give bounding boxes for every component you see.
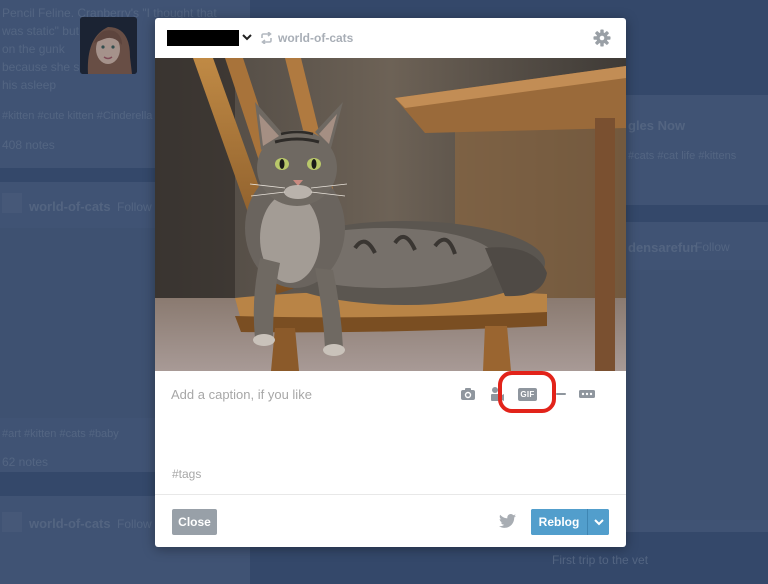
blog-selector[interactable] <box>167 30 239 46</box>
link-icon[interactable] <box>555 386 567 402</box>
reblog-options-button[interactable] <box>587 509 609 535</box>
reblog-button[interactable]: Reblog <box>531 509 587 535</box>
dialog-footer: Close Reblog <box>155 494 626 547</box>
gear-icon[interactable] <box>593 29 611 47</box>
camera-icon[interactable] <box>460 386 476 402</box>
video-camera-icon[interactable] <box>490 386 504 402</box>
reblog-button-group: Reblog <box>531 509 609 535</box>
dialog-header: world-of-cats <box>155 18 626 58</box>
caption-input[interactable] <box>171 384 441 404</box>
tags-input[interactable] <box>172 466 432 482</box>
reblog-source: world-of-cats <box>260 29 353 47</box>
gif-icon[interactable]: GIF <box>518 388 537 401</box>
reblog-arrows-icon <box>261 32 272 44</box>
twitter-icon[interactable] <box>499 514 516 528</box>
chevron-down-icon <box>593 519 604 526</box>
post-photo <box>155 58 626 371</box>
reblog-source-name[interactable]: world-of-cats <box>278 31 353 45</box>
chevron-down-icon[interactable] <box>241 31 253 43</box>
reblog-dialog: world-of-cats Add a caption, if you like… <box>155 18 626 547</box>
close-button[interactable]: Close <box>172 509 217 535</box>
more-icon[interactable] <box>578 386 596 402</box>
